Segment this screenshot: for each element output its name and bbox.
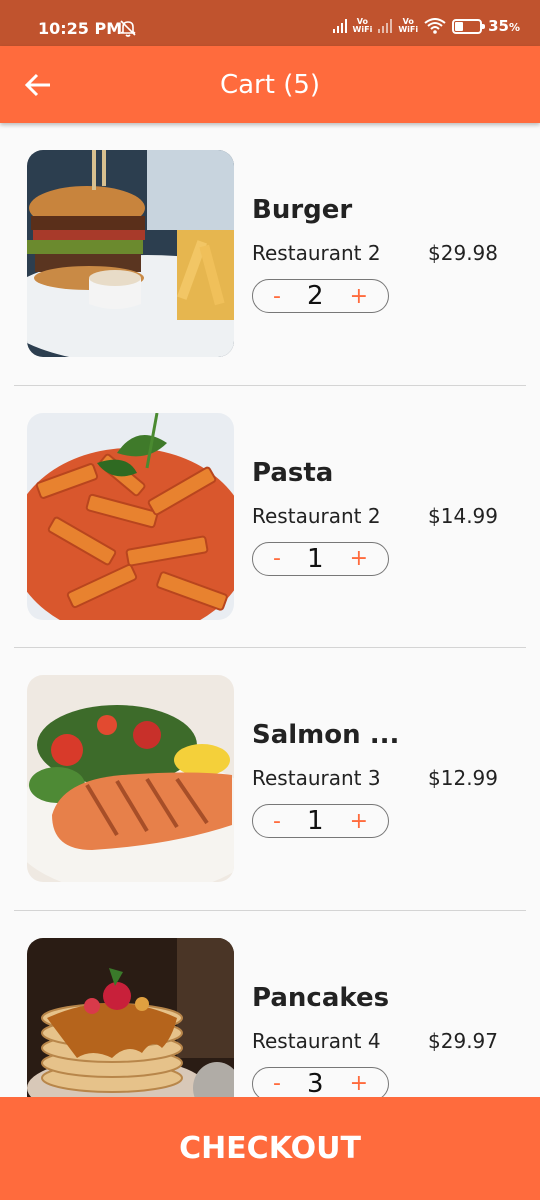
cart-list[interactable]: Burger Restaurant 2 $29.98 - 2 + Pasta R… [0,123,540,1098]
increase-button[interactable]: + [350,284,368,309]
quantity-stepper: - 1 + [252,804,389,838]
status-icons: Vo WiFi Vo WiFi 35% [332,17,520,35]
bell-off-icon [120,20,136,37]
item-price: $12.99 [428,766,498,790]
decrease-button[interactable]: - [273,546,281,571]
item-price: $29.98 [428,241,498,265]
vowifi-label-2: Vo WiFi [398,17,419,34]
quantity-stepper: - 3 + [252,1066,389,1099]
battery-icon [452,18,486,34]
increase-button[interactable]: + [350,1071,368,1096]
quantity-value: 2 [306,281,324,311]
vowifi-label: Vo WiFi [352,17,373,34]
app-bar: Cart (5) [0,46,540,123]
quantity-value: 1 [306,543,324,574]
item-restaurant: Restaurant 4 [252,1028,381,1053]
pasta-photo [27,412,234,620]
item-name: Pasta [252,457,334,488]
increase-button[interactable]: + [350,546,368,571]
cart-item: Burger Restaurant 2 $29.98 - 2 + [0,123,540,386]
pancakes-photo [27,937,234,1098]
checkout-button[interactable]: CHECKOUT [0,1097,540,1200]
item-name: Burger [252,195,353,225]
signal-icon [332,19,347,33]
item-price: $29.97 [428,1028,498,1053]
cart-item: Pasta Restaurant 2 $14.99 - 1 + [0,386,540,648]
item-price: $14.99 [428,503,498,528]
burger-photo [27,150,234,357]
item-name: Salmon ... [252,720,400,750]
quantity-value: 3 [306,1068,324,1099]
quantity-stepper: - 1 + [252,541,389,576]
cart-item: Salmon ... Restaurant 3 $12.99 - 1 + [0,648,540,911]
salmon-photo [27,675,234,882]
page-title: Cart (5) [219,70,321,100]
increase-button[interactable]: + [350,809,368,834]
status-time: 10:25 PM [38,19,123,38]
item-restaurant: Restaurant 2 [252,241,381,265]
signal-icon-2 [378,19,393,33]
cart-item: Pancakes Restaurant 4 $29.97 - 3 + [0,911,540,1099]
item-name: Pancakes [252,982,390,1013]
battery-percent: 35% [488,17,520,35]
decrease-button[interactable]: - [273,284,281,309]
wifi-icon [424,18,446,34]
status-bar: 10:25 PM Vo WiFi Vo WiFi 35% [0,0,540,46]
item-restaurant: Restaurant 2 [252,503,381,528]
decrease-button[interactable]: - [273,809,281,834]
quantity-stepper: - 2 + [252,279,389,313]
item-restaurant: Restaurant 3 [252,766,381,790]
decrease-button[interactable]: - [273,1071,281,1096]
quantity-value: 1 [306,806,324,836]
